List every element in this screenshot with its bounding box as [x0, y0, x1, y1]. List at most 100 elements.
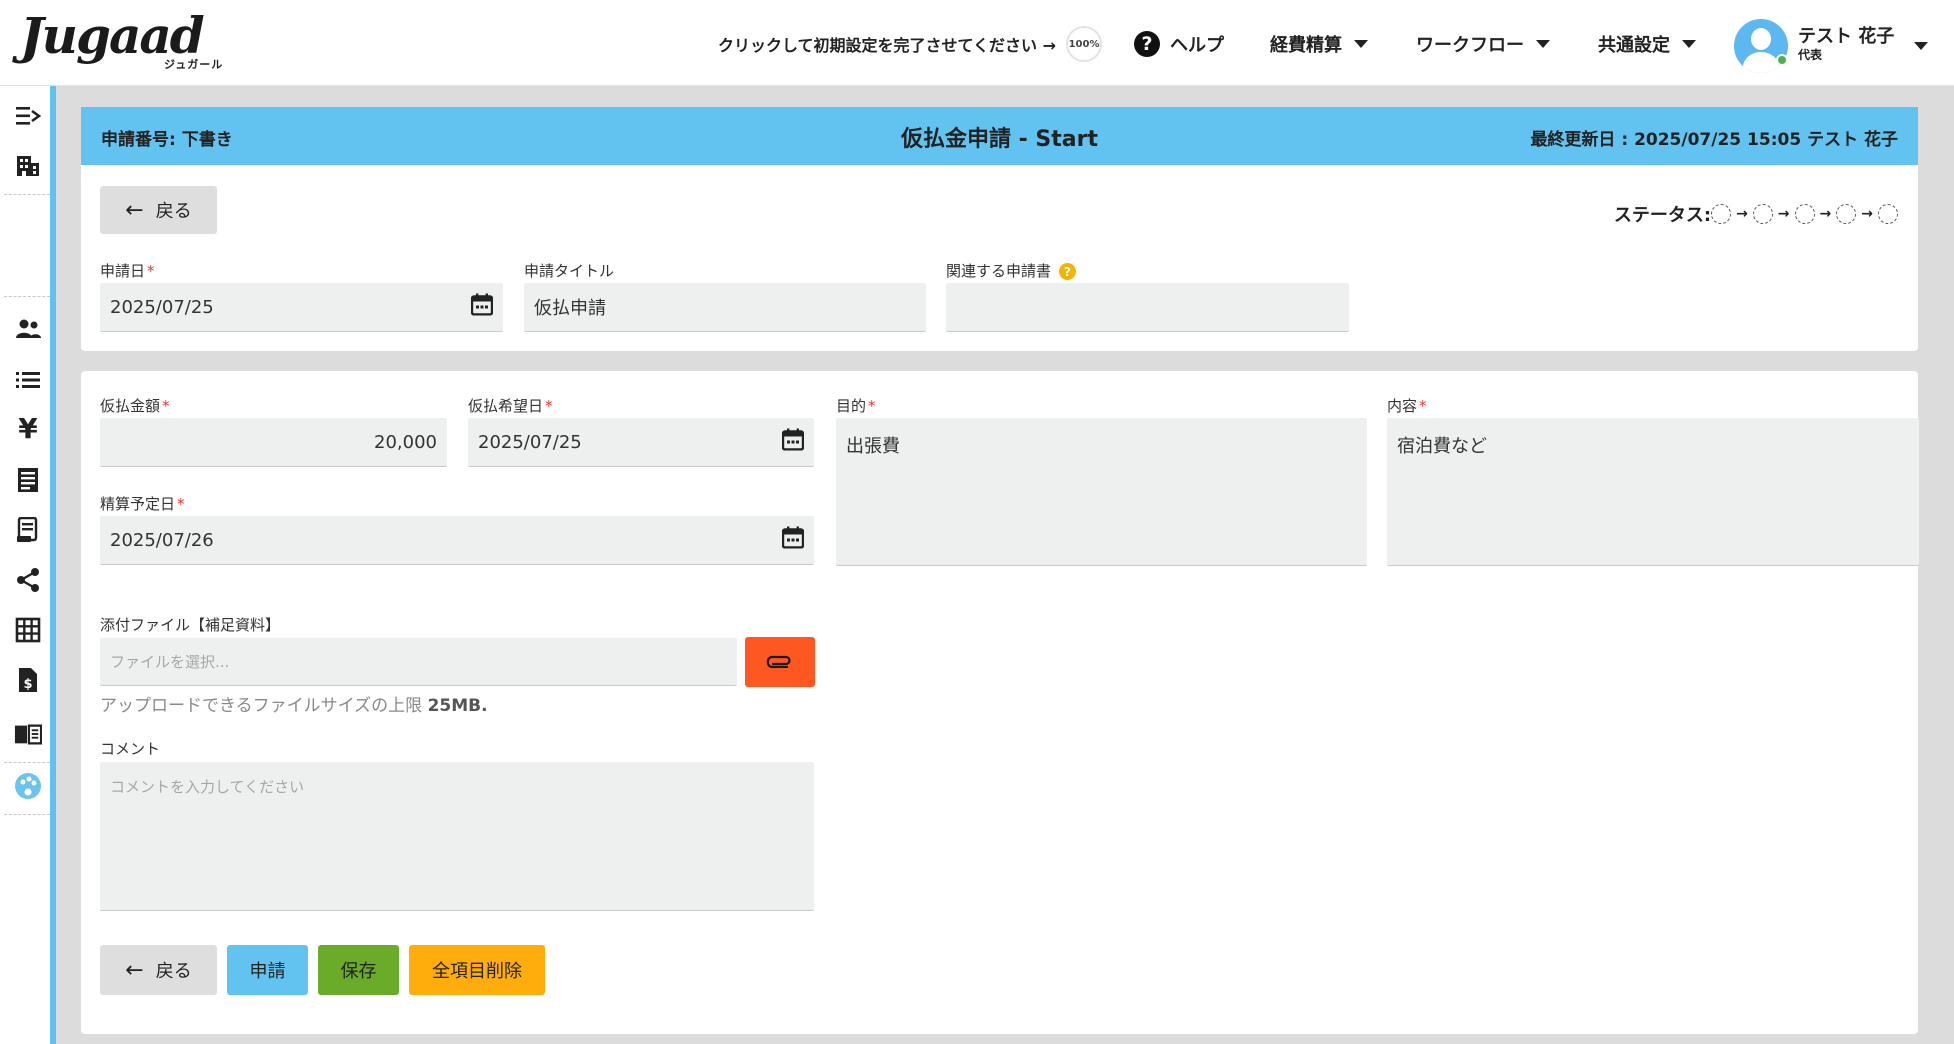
chevron-down-icon	[1536, 40, 1550, 48]
sidebar: ¥ $	[0, 86, 56, 1044]
yen-icon[interactable]: ¥	[14, 412, 42, 445]
chevron-down-icon	[1682, 40, 1696, 48]
attachment-label: 添付ファイル【補足資料】	[100, 616, 281, 634]
calendar-icon[interactable]	[470, 293, 494, 321]
users-icon[interactable]	[14, 315, 42, 343]
amount-field[interactable]: 20,000	[100, 418, 447, 467]
sidebar-divider	[4, 194, 50, 195]
save-button[interactable]: 保存	[318, 945, 399, 995]
settle-date-field[interactable]: 2025/07/26	[100, 516, 814, 565]
arrow-left-icon: ←	[125, 957, 144, 983]
nav-expense-label[interactable]: 経費精算	[1270, 31, 1342, 57]
back-button-label: 戻る	[155, 961, 192, 982]
online-status-dot	[1776, 54, 1788, 66]
user-name: テスト 花子	[1798, 26, 1895, 47]
purpose-label: 目的 *	[836, 397, 876, 415]
status-step-icon	[1711, 204, 1732, 224]
form-body-card: 仮払金額 * 20,000 仮払希望日 * 2025/07/25 目的 * 出張費 内…	[81, 371, 1919, 1034]
status-step-icon	[1878, 204, 1898, 224]
question-icon[interactable]: ?	[1059, 263, 1077, 280]
amount-value: 20,000	[374, 431, 437, 453]
attachment-placeholder: ファイルを選択...	[110, 653, 230, 671]
svg-text:$: $	[23, 677, 32, 692]
invoice-icon[interactable]: $	[14, 666, 42, 694]
receipt-icon[interactable]	[14, 466, 42, 494]
book-icon[interactable]	[14, 720, 42, 748]
last-updated: 最終更新日 : 2025/07/25 15:05 テスト 花子	[1530, 130, 1898, 150]
app-logo-subtitle: ジュガール	[164, 58, 224, 71]
content-field[interactable]: 宿泊費など	[1387, 418, 1919, 566]
user-menu[interactable]: テスト 花子 代表	[1734, 18, 1929, 74]
amount-label: 仮払金額 *	[100, 397, 170, 415]
nav-common-settings[interactable]: 共通設定	[1598, 24, 1696, 64]
setup-prompt-text[interactable]: クリックして初期設定を完了させてください →	[718, 32, 1056, 56]
clear-all-button[interactable]: 全項目削除	[409, 945, 545, 995]
status-step-icon	[1794, 204, 1815, 224]
comment-placeholder: コメントを入力してください	[110, 778, 305, 796]
content-value: 宿泊費など	[1397, 436, 1487, 457]
setup-prompt[interactable]: クリックして初期設定を完了させてください → 100%	[718, 24, 1103, 64]
arrow-right-icon: →	[1819, 206, 1832, 222]
back-button[interactable]: ← 戻る	[100, 186, 217, 234]
chevron-down-icon[interactable]	[1914, 42, 1929, 50]
avatar-head-shape	[1751, 28, 1771, 50]
building-icon[interactable]	[14, 152, 42, 180]
comment-label: コメント	[100, 740, 161, 758]
apply-date-label: 申請日 *	[100, 262, 155, 280]
nav-workflow-label[interactable]: ワークフロー	[1416, 31, 1524, 57]
document-icon[interactable]	[14, 516, 42, 544]
paperclip-icon	[766, 652, 794, 673]
apply-title-field[interactable]: 仮払申請	[524, 283, 926, 332]
status-label: ステータス:	[1613, 205, 1712, 226]
help-icon: ?	[1134, 31, 1160, 57]
help-label[interactable]: ヘルプ	[1170, 31, 1224, 57]
back-button-label: 戻る	[155, 201, 192, 222]
apply-title-label: 申請タイトル	[524, 262, 615, 280]
content-label: 内容 *	[1387, 397, 1427, 415]
status-step-icon	[1836, 204, 1857, 224]
related-application-field[interactable]	[946, 283, 1349, 332]
nav-expense[interactable]: 経費精算	[1270, 24, 1368, 64]
avatar-body-shape	[1743, 52, 1779, 73]
purpose-value: 出張費	[846, 436, 900, 457]
purpose-field[interactable]: 出張費	[836, 418, 1367, 566]
status-step-icon	[1752, 204, 1773, 224]
related-application-label: 関連する申請書?	[946, 260, 1077, 281]
back-button-bottom[interactable]: ← 戻る	[100, 945, 217, 995]
setup-progress-ring[interactable]: 100%	[1066, 26, 1103, 62]
top-header: Jugaad ジュガール クリックして初期設定を完了させてください → 100%…	[0, 0, 1954, 86]
nav-common-settings-label[interactable]: 共通設定	[1598, 31, 1670, 57]
desired-date-field[interactable]: 2025/07/25	[468, 418, 814, 467]
settle-date-label: 精算予定日 *	[100, 495, 185, 513]
attachment-file-input[interactable]: ファイルを選択...	[100, 638, 737, 686]
chevron-down-icon	[1354, 40, 1368, 48]
comment-textarea[interactable]: コメントを入力してください	[100, 762, 814, 911]
upload-size-note: アップロードできるファイルサイズの上限 25MB.	[100, 696, 488, 716]
arrow-right-icon: →	[1861, 206, 1873, 222]
desired-date-label: 仮払希望日 *	[468, 397, 553, 415]
attach-file-button[interactable]	[745, 637, 815, 687]
sidebar-divider	[4, 762, 50, 763]
apply-date-field[interactable]: 2025/07/25	[100, 283, 503, 332]
arrow-left-icon: ←	[125, 197, 144, 223]
app-logo[interactable]: Jugaad	[20, 10, 205, 62]
menu-expand-icon[interactable]	[14, 102, 42, 130]
share-icon[interactable]	[14, 566, 42, 594]
palette-icon[interactable]	[14, 772, 42, 800]
help-menu[interactable]: ? ヘルプ	[1134, 24, 1224, 64]
user-info: テスト 花子 代表	[1798, 28, 1894, 64]
form-header-card: ← 戻る ステータス: → → → → 申請日 * 2025/07/25 申請タイ…	[81, 165, 1918, 351]
calendar-icon[interactable]	[781, 428, 805, 456]
list-icon[interactable]	[14, 366, 42, 394]
submit-button[interactable]: 申請	[227, 945, 308, 995]
desired-date-value: 2025/07/25	[478, 431, 582, 453]
calendar-icon[interactable]	[781, 526, 805, 554]
apply-title-value: 仮払申請	[534, 298, 606, 319]
arrow-right-icon: →	[1736, 206, 1748, 222]
grid-icon[interactable]	[14, 616, 42, 644]
status-progress: ステータス: → → → →	[1614, 201, 1898, 227]
arrow-right-icon: →	[1777, 206, 1790, 222]
sidebar-divider	[4, 814, 50, 815]
nav-workflow[interactable]: ワークフロー	[1416, 24, 1550, 64]
user-role: 代表	[1798, 48, 1823, 62]
